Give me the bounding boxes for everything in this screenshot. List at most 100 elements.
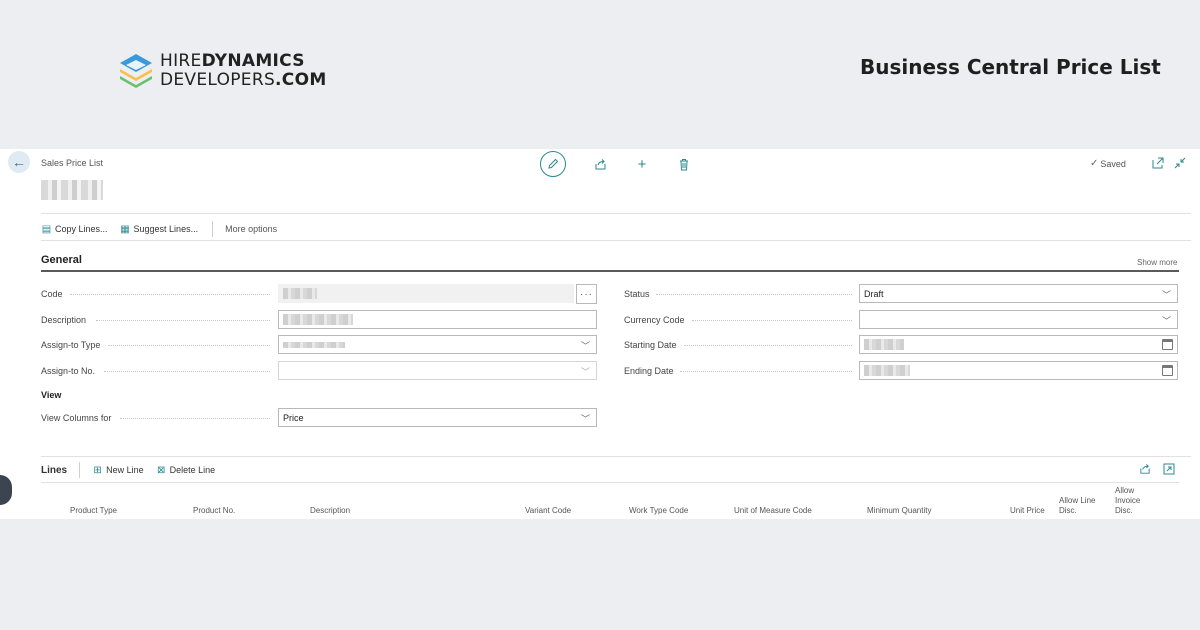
assign-to-type-select[interactable]: ﹀ [278,335,597,354]
new-line-label: New Line [106,465,144,475]
new-line-icon: ⊞ [93,464,102,476]
starting-date-label: Starting Date [624,340,677,350]
suggest-lines-label: Suggest Lines... [133,224,199,234]
logo-word-developers: DEVELOPERS [160,70,276,90]
code-lookup-button[interactable]: ··· [576,284,597,304]
calendar-icon[interactable] [1162,339,1173,350]
assign-to-type-label: Assign-to Type [41,340,101,350]
leader-dots [692,320,852,321]
assign-to-no-select[interactable]: ﹀ [278,361,597,380]
chevron-down-icon: ﹀ [580,367,590,377]
description-label: Description [41,315,87,325]
share-icon [1140,464,1150,474]
column-header[interactable]: Variant Code [525,506,571,516]
new-line-button[interactable]: ⊞ New Line [92,464,144,476]
show-more-link[interactable]: Show more [1137,258,1177,267]
layers-logo-icon [120,54,152,88]
column-header[interactable]: Unit of Measure Code [734,506,812,516]
logo-word-hire: HIRE [160,51,202,71]
currency-code-label: Currency Code [624,315,685,325]
leader-dots [656,294,852,295]
column-header[interactable]: Allow Line Disc. [1059,496,1103,516]
page-toolbar: + [540,151,692,177]
starting-date-value-redacted [864,339,904,350]
ellipsis-icon: ··· [580,288,593,300]
leader-dots [96,320,270,321]
arrow-left-icon: ← [12,154,26,170]
code-label: Code [41,289,63,299]
code-field[interactable] [278,284,574,303]
saved-label: Saved [1100,158,1126,169]
lines-toolbar: Lines ⊞ New Line ⊠ Delete Line [41,462,227,478]
delete-button[interactable] [676,156,692,172]
chevron-down-icon: ﹀ [1161,290,1171,300]
column-header[interactable]: Work Type Code [629,506,688,516]
description-value-redacted [283,314,353,325]
share-button[interactable] [592,156,608,172]
delete-line-label: Delete Line [169,465,216,475]
suggest-lines-icon: ▦ [120,223,130,235]
suggest-lines-button[interactable]: ▦ Suggest Lines... [120,223,199,235]
column-header[interactable]: Unit Price [1010,506,1045,516]
leader-dots [108,345,270,346]
column-header[interactable]: Minimum Quantity [867,506,931,516]
leader-dots [70,294,270,295]
view-columns-select[interactable]: Price ﹀ [278,408,597,427]
toolbar-separator [212,221,214,237]
view-heading: View [41,390,62,400]
open-new-window-button[interactable] [1151,156,1165,170]
plus-icon: + [637,155,647,173]
share-icon [595,158,605,169]
copy-lines-icon: ▤ [41,223,52,235]
logo-word-dynamics: DYNAMICS [201,51,305,71]
assign-to-no-label: Assign-to No. [41,366,96,376]
back-button[interactable]: ← [8,151,30,173]
lines-expand-button[interactable] [1162,462,1176,476]
column-header[interactable]: Product Type [70,506,117,516]
chevron-down-icon: ﹀ [580,414,590,424]
collapse-button[interactable] [1173,156,1187,170]
calendar-icon[interactable] [1162,365,1173,376]
section-underline [41,270,1179,272]
saved-status: ✓ Saved [1090,158,1126,169]
collapse-icon [1174,157,1186,169]
column-header[interactable]: Description [310,506,350,516]
currency-code-select[interactable]: ﹀ [859,310,1178,329]
copy-lines-label: Copy Lines... [55,224,108,234]
lines-section-title[interactable]: Lines [41,465,67,476]
toolbar-separator [79,462,81,478]
delete-line-button[interactable]: ⊠ Delete Line [156,464,216,476]
action-bar: ▤ Copy Lines... ▦ Suggest Lines... More … [41,221,289,237]
copy-lines-button[interactable]: ▤ Copy Lines... [41,224,108,235]
breadcrumb: Sales Price List [41,158,104,168]
divider [41,240,1191,241]
lines-share-button[interactable] [1138,462,1152,476]
column-header[interactable]: Allow Invoice Disc. [1115,486,1151,516]
description-field[interactable] [278,310,597,329]
window-controls [1151,156,1195,170]
code-value-redacted [283,288,317,299]
logo-word-com: .COM [275,70,327,90]
new-button[interactable]: + [634,155,650,173]
divider [41,482,1179,483]
chevron-down-icon: ﹀ [1161,316,1171,326]
brand-logo: HIREDYNAMICS DEVELOPERS.COM [118,52,327,90]
general-section-title[interactable]: General [41,254,82,266]
ending-date-field[interactable] [859,361,1178,380]
starting-date-field[interactable] [859,335,1178,354]
ending-date-value-redacted [864,365,910,376]
leader-dots [120,418,270,419]
leader-dots [104,371,270,372]
banner-title: Business Central Price List [860,55,1161,79]
edit-button[interactable] [540,151,566,177]
view-columns-value: Price [283,412,304,423]
view-columns-label: View Columns for [41,413,112,423]
delete-line-icon: ⊠ [156,464,166,476]
pencil-icon [548,158,559,169]
leader-dots [680,371,852,372]
status-value: Draft [864,288,884,299]
column-header[interactable]: Product No. [193,506,235,516]
more-options-button[interactable]: More options [225,224,277,234]
page-title-redacted [41,180,103,200]
status-select[interactable]: Draft ﹀ [859,284,1178,303]
